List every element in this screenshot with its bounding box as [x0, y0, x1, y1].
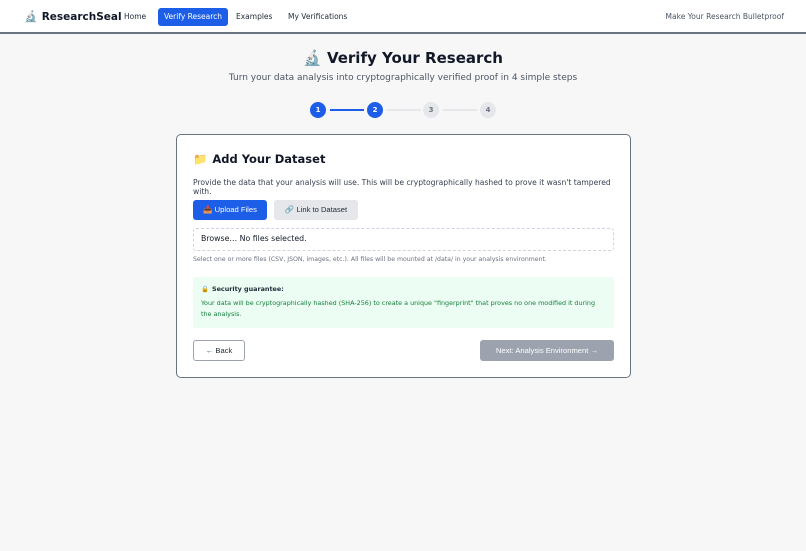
nav-examples[interactable]: Examples [230, 8, 278, 26]
upload-files-button[interactable]: 📥 Upload Files [193, 200, 267, 220]
security-guarantee-box: 🔒 Security guarantee: Your data will be … [193, 277, 614, 328]
page-title-text: Verify Your Research [326, 49, 503, 67]
step-3: 3 [423, 102, 439, 118]
card-title-text: Add Your Dataset [212, 152, 326, 166]
link-dataset-button[interactable]: 🔗 Link to Dataset [274, 200, 358, 220]
nav-verify-research[interactable]: Verify Research [158, 8, 229, 26]
microscope-icon: 🔬 [303, 49, 322, 67]
top-navbar: 🔬 ResearchSeal Home Verify Research Exam… [0, 0, 806, 34]
security-guarantee-title: 🔒 Security guarantee: [201, 285, 606, 293]
brand-name: ResearchSeal [41, 11, 122, 23]
step-2: 2 [367, 102, 383, 118]
microscope-icon: 🔬 [24, 10, 38, 23]
page-title: 🔬 Verify Your Research [0, 49, 806, 67]
step-connector-2 [387, 109, 421, 111]
file-input[interactable]: Browse… No files selected. [193, 228, 614, 251]
file-input-hint: Select one or more files (CSV, JSON, ima… [193, 256, 547, 263]
card-title: 📁 Add Your Dataset [193, 152, 325, 166]
step-4: 4 [480, 102, 496, 118]
page-subtitle: Turn your data analysis into cryptograph… [228, 73, 578, 83]
card-description: Provide the data that your analysis will… [193, 178, 611, 196]
lock-icon: 🔒 [201, 285, 209, 293]
security-guarantee-heading: Security guarantee: [211, 285, 284, 293]
dataset-card: 📁 Add Your Dataset Provide the data that… [176, 134, 631, 378]
tagline: Make Your Research Bulletproof [665, 12, 784, 21]
step-connector-1 [330, 109, 364, 111]
security-guarantee-text: Your data will be cryptographically hash… [201, 299, 596, 318]
step-1: 1 [310, 102, 326, 118]
step-connector-3 [443, 109, 477, 111]
nav-my-verifications[interactable]: My Verifications [282, 8, 353, 26]
folder-icon: 📁 [193, 152, 208, 166]
brand-logo[interactable]: 🔬 ResearchSeal [24, 10, 122, 24]
next-button[interactable]: Next: Analysis Environment → [480, 340, 614, 361]
nav-home[interactable]: Home [118, 8, 152, 26]
back-button[interactable]: ← Back [193, 340, 245, 361]
